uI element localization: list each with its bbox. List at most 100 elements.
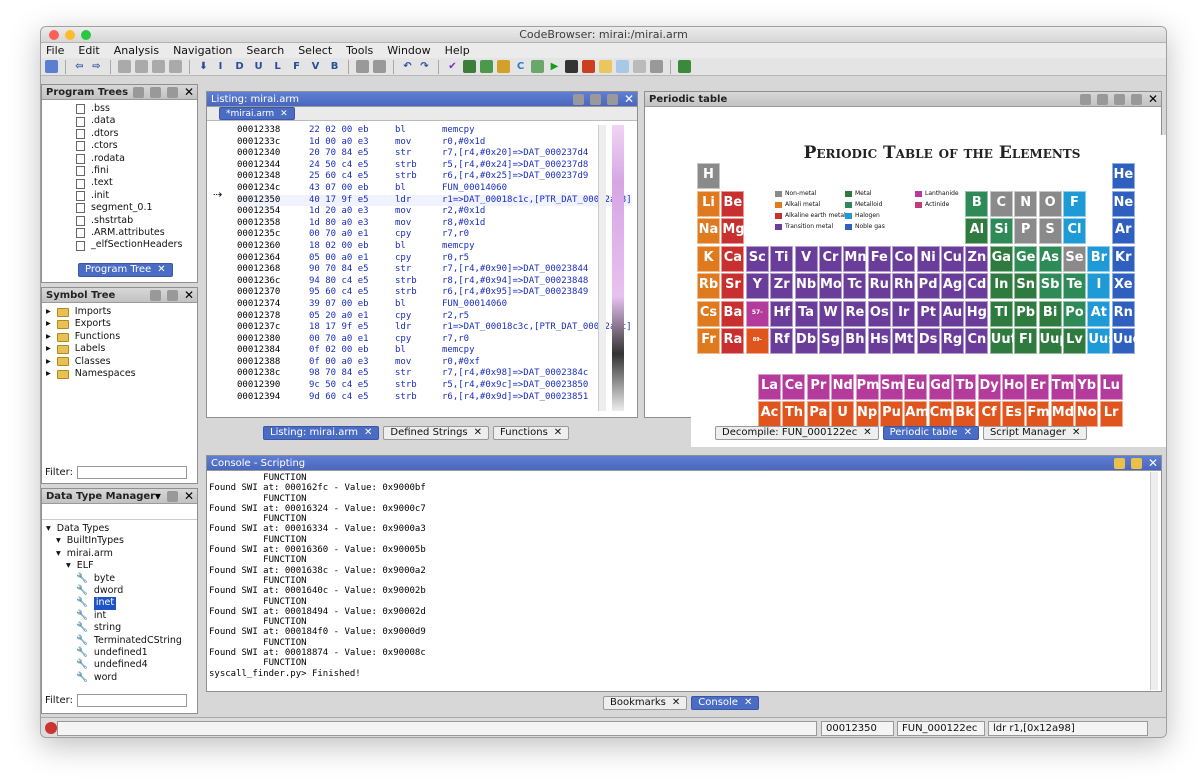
clear-console-icon[interactable]: [1130, 458, 1142, 469]
listing-row[interactable]: 00012370 95 60 c4 e5 strb r6,[r4,#0x95]=>DA…: [237, 287, 632, 299]
data-type-item[interactable]: 🔧 word: [46, 672, 197, 684]
symbol-filter-input[interactable]: [76, 466, 187, 479]
symbol-tree-item[interactable]: ▸ Functions: [46, 331, 197, 343]
data-type-item[interactable]: 🔧 dword: [46, 585, 197, 597]
close-icon[interactable]: ✕: [184, 288, 194, 303]
expand-icon[interactable]: ▸: [46, 343, 51, 355]
snapshot-icon[interactable]: [606, 94, 618, 105]
close-icon[interactable]: ✕: [184, 85, 194, 100]
menu-window[interactable]: Window: [387, 43, 430, 58]
program-tree-item[interactable]: _elfSectionHeaders: [76, 239, 197, 251]
listing-tool-icon[interactable]: [572, 94, 584, 105]
listing-row[interactable]: 0001233c 1d 00 a0 e3 mov r0,#0x1d: [237, 137, 632, 149]
toolbar-letter-v-icon[interactable]: V: [309, 60, 322, 73]
tool-icon-2[interactable]: [480, 60, 493, 73]
dtm-filter-input[interactable]: [76, 694, 187, 707]
symbol-tree-item[interactable]: ▸ Exports: [46, 318, 197, 330]
symbol-tool2-icon[interactable]: [166, 290, 178, 301]
wrench-icon[interactable]: [1113, 94, 1125, 105]
symbol-tool-icon[interactable]: [149, 290, 161, 301]
code-icon[interactable]: C: [514, 60, 527, 73]
program-tree-item[interactable]: .rodata: [76, 153, 197, 165]
menu-select[interactable]: Select: [298, 43, 332, 58]
close-icon[interactable]: ✕: [624, 92, 634, 107]
toolbar-letter-i-icon[interactable]: I: [214, 60, 227, 73]
data-type-item[interactable]: ▾ BuiltInTypes: [46, 535, 197, 547]
menu-edit[interactable]: Edit: [78, 43, 99, 58]
tab-console[interactable]: Console ✕: [691, 696, 760, 710]
listing-row[interactable]: 00012388 0f 00 a0 e3 mov r0,#0xf: [237, 357, 632, 369]
tab-functions[interactable]: Functions ✕: [493, 426, 570, 440]
program-tree-item[interactable]: segment_0.1: [76, 202, 197, 214]
run-icon[interactable]: ▶: [548, 60, 561, 73]
tool-icon-1[interactable]: [463, 60, 476, 73]
toolbar-letter-d-icon[interactable]: D: [233, 60, 246, 73]
listing-row[interactable]: 00012378 05 20 a0 e1 cpy r2,r5: [237, 311, 632, 323]
program-tree-item[interactable]: .bss: [76, 103, 197, 115]
close-icon[interactable]: ✕: [184, 489, 194, 504]
listing-row[interactable]: 00012348 25 60 c4 e5 strb r6,[r4,#0x25]=>DA…: [237, 171, 632, 183]
undo-icon[interactable]: ↶: [401, 60, 414, 73]
listing-row[interactable]: 00012390 9c 50 c4 e5 strb r5,[r4,#0x9c]=>DA…: [237, 380, 632, 392]
listing-row[interactable]: 00012338 22 02 00 eb bl memcpy: [237, 125, 632, 137]
listing-row[interactable]: 0001235c 00 70 a0 e1 cpy r7,r0: [237, 229, 632, 241]
listing-row[interactable]: 0001237c 18 17 9f e5 ldr r1=>DAT_00018c3c,[…: [237, 322, 632, 334]
program-tree-tab[interactable]: Program Tree ✕: [78, 263, 173, 277]
listing-row[interactable]: 00012340 20 70 84 e5 str r7,[r4,#0x20]=>DAT…: [237, 148, 632, 160]
close-icon[interactable]: ✕: [863, 426, 871, 440]
data-type-item[interactable]: 🔧 undefined4: [46, 659, 197, 671]
close-icon[interactable]: ✕: [364, 426, 372, 440]
close-icon[interactable]: ✕: [554, 426, 562, 440]
tool-icon-5[interactable]: [650, 60, 663, 73]
program-tree-item[interactable]: .ctors: [76, 140, 197, 152]
clear2-icon[interactable]: [373, 60, 386, 73]
nav-icon-2[interactable]: [135, 60, 148, 73]
listing-row[interactable]: 0001238c 98 70 84 e5 str r7,[r4,#0x98]=>DAT…: [237, 368, 632, 380]
file-tab[interactable]: *mirai.arm ✕: [219, 107, 295, 120]
tab-bookmarks[interactable]: Bookmarks ✕: [603, 696, 688, 710]
pt-tool-icon[interactable]: [1096, 94, 1108, 105]
zoom-window-button[interactable]: [81, 30, 91, 40]
minimize-window-button[interactable]: [65, 30, 75, 40]
help-icon[interactable]: [678, 60, 691, 73]
listing-row[interactable]: 00012358 1d 80 a0 e3 mov r8,#0x1d: [237, 218, 632, 230]
tool-icon-3[interactable]: [497, 60, 510, 73]
listing-row[interactable]: 00012384 0f 02 00 eb bl memcpy: [237, 345, 632, 357]
nav-icon-3[interactable]: [152, 60, 165, 73]
error-icon[interactable]: [45, 722, 57, 734]
data-type-item[interactable]: ▾ Data Types: [46, 523, 197, 535]
nav-icon-1[interactable]: [118, 60, 131, 73]
menu-navigation[interactable]: Navigation: [173, 43, 232, 58]
expand-icon[interactable]: ▸: [46, 356, 51, 368]
close-icon[interactable]: ✕: [1072, 426, 1080, 440]
listing-row[interactable]: 00012374 39 07 00 eb bl FUN_00014060: [237, 299, 632, 311]
close-icon[interactable]: ✕: [1148, 92, 1158, 107]
print-icon[interactable]: [633, 60, 646, 73]
toolbar-letter-b-icon[interactable]: B: [328, 60, 341, 73]
symbol-tree-item[interactable]: ▸ Namespaces: [46, 368, 197, 380]
data-type-item[interactable]: 🔧 inet: [46, 597, 197, 610]
menu-analysis[interactable]: Analysis: [114, 43, 159, 58]
symbol-tree-item[interactable]: ▸ Labels: [46, 343, 197, 355]
program-tree-item[interactable]: .shstrtab: [76, 215, 197, 227]
symbol-tree-item[interactable]: ▸ Imports: [46, 306, 197, 318]
data-type-item[interactable]: 🔧 int: [46, 610, 197, 622]
program-tree-item[interactable]: .ARM.attributes: [76, 227, 197, 239]
down-arrow-icon[interactable]: ⬇: [197, 60, 210, 73]
new-tree-icon[interactable]: [132, 87, 144, 98]
menu-help[interactable]: Help: [445, 43, 470, 58]
expand-icon[interactable]: ▸: [46, 331, 51, 343]
close-icon[interactable]: ✕: [280, 107, 288, 121]
close-icon[interactable]: ✕: [1148, 456, 1158, 471]
program-tree-item[interactable]: .data: [76, 115, 197, 127]
data-type-item[interactable]: 🔧 undefined1: [46, 647, 197, 659]
nav-icon-4[interactable]: [169, 60, 182, 73]
listing-tool2-icon[interactable]: [589, 94, 601, 105]
close-icon[interactable]: ✕: [157, 263, 165, 277]
listing-row[interactable]: 00012350 40 17 9f e5 ldr r1=>DAT_00018c1c,[…: [237, 194, 632, 207]
data-type-item[interactable]: ▾ mirai.arm: [46, 548, 197, 560]
data-type-item[interactable]: ▾ ELF: [46, 560, 197, 572]
listing-scrollbar[interactable]: [598, 125, 606, 411]
tab-defined-strings[interactable]: Defined Strings ✕: [383, 426, 490, 440]
toolbar-letter-l-icon[interactable]: L: [271, 60, 284, 73]
